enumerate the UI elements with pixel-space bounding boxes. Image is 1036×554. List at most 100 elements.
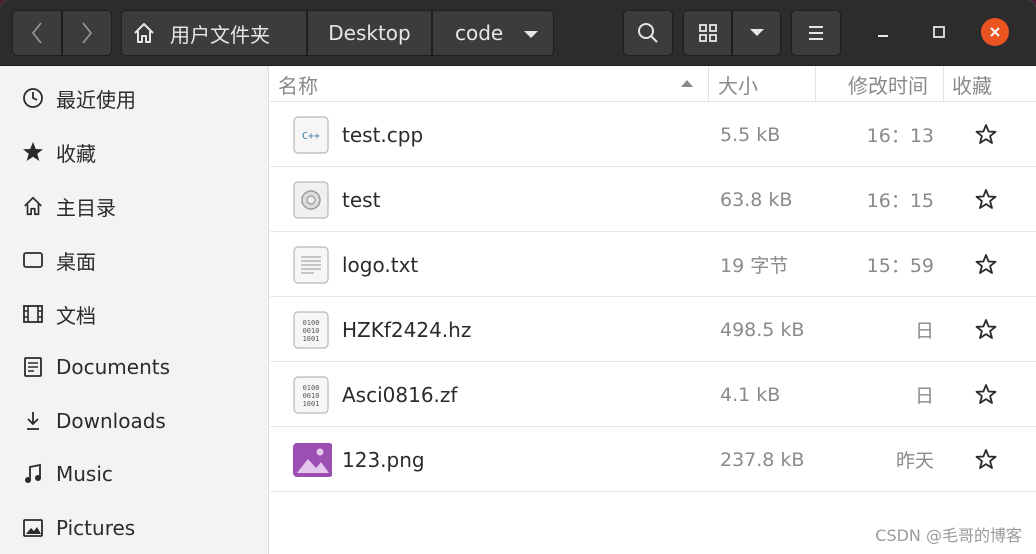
sidebar-item-label: Downloads: [56, 409, 166, 433]
home-icon: [134, 23, 154, 43]
minimize-button[interactable]: [869, 18, 897, 46]
file-name: 123.png: [342, 447, 425, 472]
breadcrumb-desktop[interactable]: Desktop: [307, 10, 432, 56]
breadcrumb-code[interactable]: code: [432, 10, 554, 56]
column-modified[interactable]: 修改时间: [848, 66, 928, 102]
forward-button[interactable]: [62, 10, 112, 56]
file-row[interactable]: 0100 0010 1001 HZKf2424.hz 498.5 kB 日: [270, 297, 1036, 362]
text-file-icon: [293, 246, 329, 284]
file-row[interactable]: 123.png 237.8 kB 昨天: [270, 427, 1036, 492]
svg-text:C++: C++: [302, 131, 320, 142]
column-starred[interactable]: 收藏: [952, 66, 992, 102]
music-icon: [21, 462, 45, 486]
column-name[interactable]: 名称: [278, 66, 318, 102]
sidebar-item-label: 主目录: [56, 195, 116, 220]
sidebar-item-documents[interactable]: Documents: [0, 340, 268, 394]
view-grid-button[interactable]: [683, 10, 732, 56]
sidebar: 最近使用 收藏 主目录 桌面 文档 Documents Downloads Mu…: [0, 66, 269, 554]
sidebar-item-pictures[interactable]: Pictures: [0, 501, 268, 554]
caret-down-icon: [524, 31, 538, 38]
close-button[interactable]: [981, 18, 1009, 46]
search-button[interactable]: [623, 10, 673, 56]
sidebar-item-label: Music: [56, 462, 113, 486]
column-separator: [943, 66, 944, 102]
column-separator: [708, 66, 709, 102]
minimize-icon: [878, 35, 888, 37]
star-outline-icon[interactable]: [975, 253, 997, 275]
star-outline-icon[interactable]: [975, 123, 997, 145]
sidebar-item-recent[interactable]: 最近使用: [0, 71, 268, 125]
menu-button[interactable]: [791, 10, 841, 56]
watermark: CSDN @毛哥的博客: [875, 526, 1022, 545]
search-icon: [638, 23, 658, 43]
star-outline-icon[interactable]: [975, 188, 997, 210]
sidebar-item-documents-cn[interactable]: 文档: [0, 287, 268, 341]
executable-icon: [293, 181, 329, 219]
sidebar-item-desktop[interactable]: 桌面: [0, 233, 268, 287]
chevron-right-icon: [82, 22, 93, 44]
chevron-left-icon: [31, 22, 42, 44]
maximize-button[interactable]: [925, 18, 953, 46]
file-row[interactable]: logo.txt 19 字节 15：59: [270, 232, 1036, 297]
file-row[interactable]: 0100 0010 1001 Asci0816.zf 4.1 kB 日: [270, 362, 1036, 427]
maximize-icon: [933, 26, 945, 38]
file-manager-window: 用户文件夹 Desktop code 最近使用 收藏 主目录 桌面 文档 Doc…: [0, 0, 1036, 554]
sidebar-item-label: 桌面: [56, 249, 96, 274]
desktop-icon: [21, 248, 45, 272]
star-outline-icon[interactable]: [975, 383, 997, 405]
svg-text:1001: 1001: [303, 335, 320, 343]
picture-icon: [21, 516, 45, 540]
breadcrumb-label: 用户文件夹: [170, 22, 270, 47]
file-name: test: [342, 187, 381, 212]
file-name: test.cpp: [342, 122, 424, 147]
file-modified: 昨天: [895, 450, 934, 472]
file-row[interactable]: test 63.8 kB 16：15: [270, 167, 1036, 232]
cpp-file-icon: C++: [293, 116, 329, 154]
file-size: 237.8 kB: [720, 448, 805, 471]
svg-text:0100: 0100: [303, 384, 320, 392]
column-separator: [815, 66, 816, 102]
download-icon: [21, 409, 45, 433]
sidebar-item-label: Documents: [56, 355, 171, 379]
sidebar-item-label: 文档: [56, 303, 96, 328]
header-bar: 用户文件夹 Desktop code: [0, 0, 1036, 66]
file-row[interactable]: C++ test.cpp 5.5 kB 16：13: [270, 102, 1036, 167]
svg-text:0010: 0010: [303, 392, 320, 400]
breadcrumb-label: Desktop: [328, 21, 411, 45]
file-modified: 日: [914, 320, 934, 342]
grid-icon: [698, 24, 717, 42]
file-name: logo.txt: [342, 252, 419, 277]
file-size: 4.1 kB: [720, 383, 781, 406]
file-modified: 日: [914, 385, 934, 407]
sidebar-item-label: 收藏: [56, 141, 96, 166]
file-modified: 15：59: [866, 255, 934, 277]
star-outline-icon[interactable]: [975, 318, 997, 340]
file-list: 名称 大小 修改时间 收藏 C++ test.cpp 5.5 kB 16：13: [270, 66, 1036, 554]
file-size: 498.5 kB: [720, 318, 805, 341]
breadcrumb-home[interactable]: 用户文件夹: [121, 10, 307, 56]
image-file-icon: [293, 443, 332, 477]
close-icon: [990, 27, 1000, 37]
file-size: 19 字节: [720, 255, 789, 277]
star-outline-icon[interactable]: [975, 448, 997, 470]
film-icon: [21, 302, 45, 326]
file-name: Asci0816.zf: [342, 382, 458, 407]
column-size[interactable]: 大小: [718, 66, 758, 102]
sidebar-item-label: 最近使用: [56, 87, 136, 112]
star-icon: [21, 140, 45, 164]
caret-down-icon: [749, 29, 764, 36]
file-size: 5.5 kB: [720, 123, 781, 146]
document-icon: [21, 355, 45, 379]
file-modified: 16：13: [866, 125, 934, 147]
sidebar-item-starred[interactable]: 收藏: [0, 125, 268, 179]
sort-ascending-icon: [681, 80, 693, 87]
back-button[interactable]: [12, 10, 62, 56]
binary-file-icon: 0100 0010 1001: [293, 311, 329, 349]
sidebar-item-home[interactable]: 主目录: [0, 179, 268, 233]
sidebar-item-downloads[interactable]: Downloads: [0, 394, 268, 448]
home-icon: [21, 194, 45, 218]
view-options-button[interactable]: [732, 10, 781, 56]
clock-icon: [21, 86, 45, 110]
sidebar-item-music[interactable]: Music: [0, 447, 268, 501]
sidebar-item-label: Pictures: [56, 516, 136, 540]
